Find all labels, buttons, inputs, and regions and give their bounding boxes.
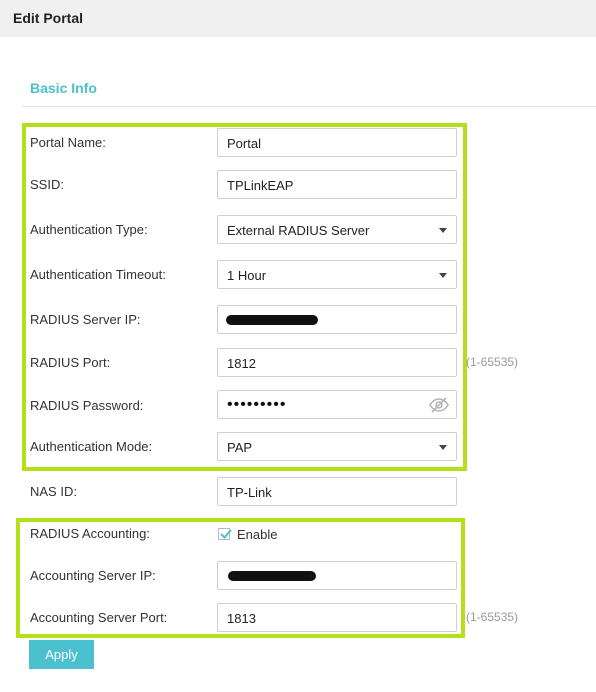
ssid-label: SSID: <box>30 177 64 192</box>
redacted-value <box>228 571 316 581</box>
apply-button[interactable]: Apply <box>29 640 94 669</box>
section-divider <box>22 106 596 107</box>
auth-type-select[interactable]: External RADIUS Server <box>217 215 457 244</box>
accounting-server-port-input[interactable]: 1813 <box>217 603 457 632</box>
radius-port-label: RADIUS Port: <box>30 355 111 370</box>
auth-mode-label: Authentication Mode: <box>30 439 153 454</box>
radius-port-range-hint: (1-65535) <box>466 355 519 369</box>
page-title: Edit Portal <box>13 10 84 26</box>
radius-port-value: 1812 <box>227 356 256 371</box>
redacted-value <box>226 315 318 325</box>
accounting-server-ip-label: Accounting Server IP: <box>30 568 156 583</box>
accounting-port-range-hint: (1-65535) <box>466 610 519 624</box>
nas-id-label: NAS ID: <box>30 484 77 499</box>
radius-server-ip-label: RADIUS Server IP: <box>30 312 141 327</box>
portal-name-label: Portal Name: <box>30 135 106 150</box>
checkmark-icon <box>220 529 232 539</box>
caret-down-icon <box>439 445 447 450</box>
auth-type-label: Authentication Type: <box>30 222 148 237</box>
radius-accounting-enable-label[interactable]: Enable <box>237 527 277 542</box>
eye-slash-icon[interactable] <box>429 397 449 413</box>
caret-down-icon <box>439 228 447 233</box>
radius-server-ip-input[interactable] <box>217 305 457 334</box>
auth-timeout-value: 1 Hour <box>227 268 267 283</box>
accounting-server-ip-input[interactable] <box>217 561 457 590</box>
auth-timeout-label: Authentication Timeout: <box>30 267 166 282</box>
accounting-server-port-label: Accounting Server Port: <box>30 610 168 625</box>
accounting-server-port-value: 1813 <box>227 611 256 626</box>
portal-name-input[interactable]: Portal <box>217 128 457 157</box>
radius-port-input[interactable]: 1812 <box>217 348 457 377</box>
radius-accounting-checkbox[interactable] <box>218 528 232 540</box>
nas-id-value: TP-Link <box>227 485 272 500</box>
radius-password-label: RADIUS Password: <box>30 398 144 413</box>
auth-mode-value: PAP <box>227 440 253 455</box>
section-title-basic-info: Basic Info <box>30 80 97 96</box>
nas-id-input[interactable]: TP-Link <box>217 477 457 506</box>
radius-password-input[interactable]: ••••••••• <box>217 390 457 419</box>
ssid-input[interactable]: TPLinkEAP <box>217 170 457 199</box>
caret-down-icon <box>439 273 447 278</box>
auth-timeout-select[interactable]: 1 Hour <box>217 260 457 289</box>
radius-accounting-label: RADIUS Accounting: <box>30 526 150 541</box>
ssid-value: TPLinkEAP <box>227 178 294 193</box>
auth-type-value: External RADIUS Server <box>227 223 370 238</box>
auth-mode-select[interactable]: PAP <box>217 432 457 461</box>
portal-name-value: Portal <box>227 136 261 151</box>
page-header: Edit Portal <box>0 0 596 37</box>
radius-password-value: ••••••••• <box>227 396 287 413</box>
